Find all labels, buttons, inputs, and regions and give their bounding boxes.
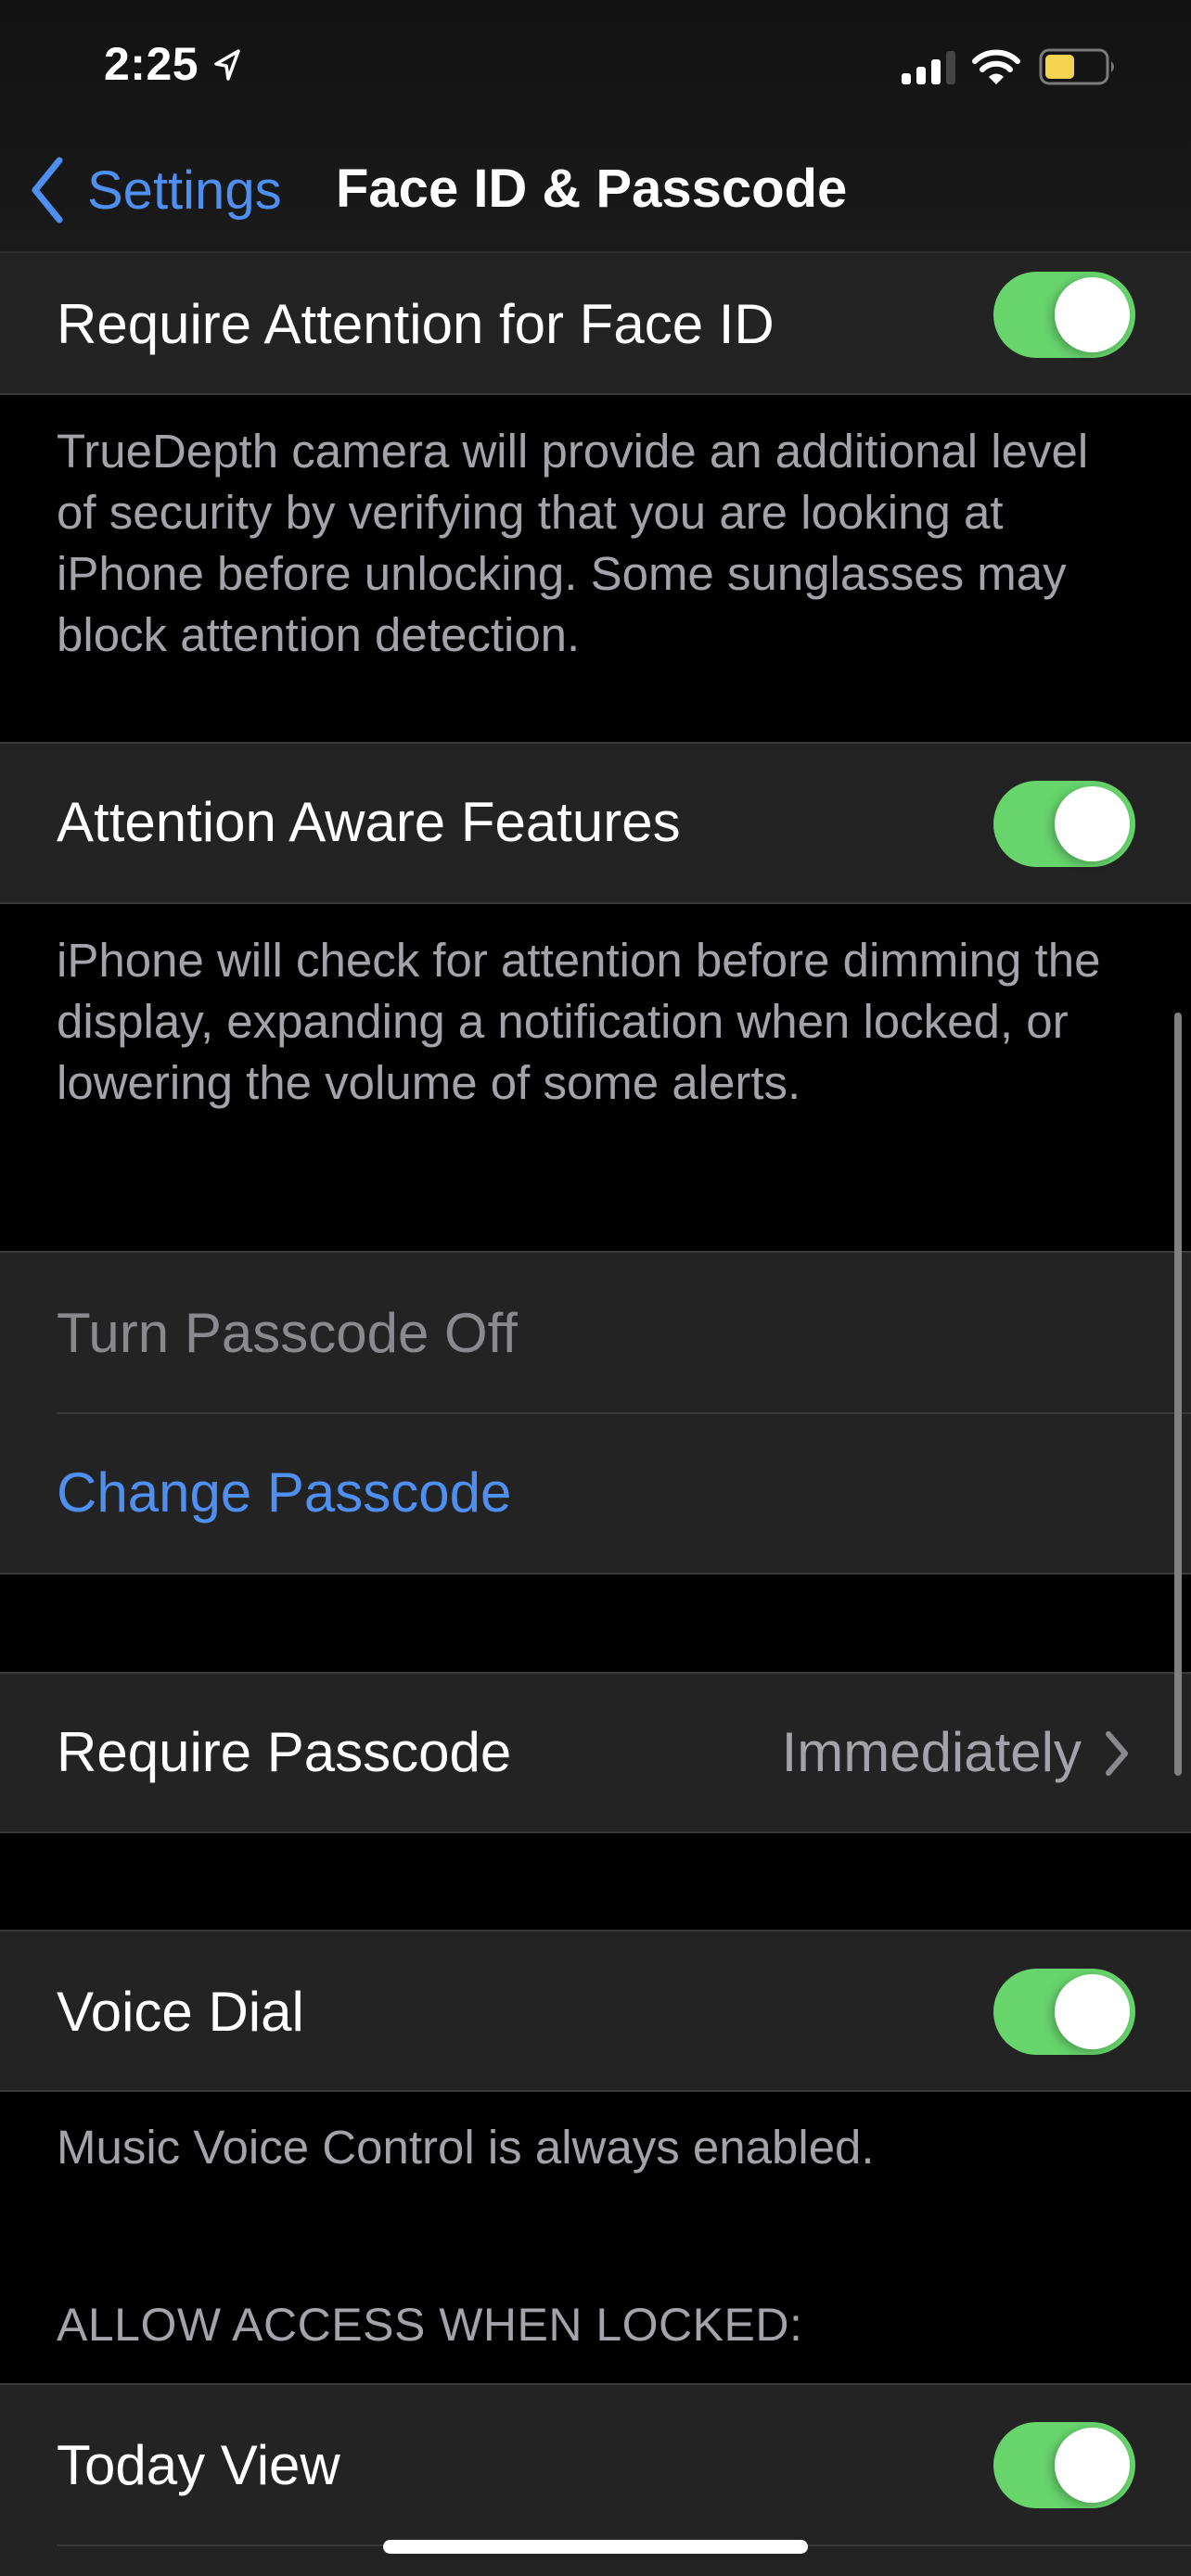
require-passcode-value: Immediately	[781, 1721, 1082, 1783]
voice-dial-footer: Music Voice Control is always enabled.	[57, 2121, 875, 2174]
settings-row-require-attention: Require Attention for Face ID	[0, 253, 1191, 395]
row-label: Require Attention for Face ID	[57, 293, 775, 355]
settings-row-require-passcode[interactable]: Require Passcode Immediately	[0, 1672, 1191, 1833]
row-label: Turn Passcode Off	[57, 1302, 518, 1364]
require-attention-toggle[interactable]	[993, 272, 1135, 358]
toggle-knob	[1055, 786, 1130, 861]
signal-bar-2	[916, 67, 926, 84]
chevron-left-icon	[32, 157, 63, 223]
page-title: Face ID & Passcode	[336, 159, 848, 219]
passcode-group: Turn Passcode Off Change Passcode	[0, 1251, 1191, 1575]
attention-aware-toggle[interactable]	[993, 781, 1135, 867]
home-indicator[interactable]	[383, 2540, 808, 2554]
change-passcode-button[interactable]: Change Passcode	[0, 1414, 1191, 1575]
vertical-scrollbar[interactable]	[1174, 1013, 1182, 1776]
signal-bar-4	[946, 51, 955, 84]
toggle-knob	[1055, 277, 1130, 352]
wifi-icon	[972, 49, 1020, 84]
settings-row-voice-dial: Voice Dial	[0, 1930, 1191, 2092]
today-view-toggle[interactable]	[993, 2422, 1135, 2508]
battery-fill	[1045, 55, 1074, 79]
status-time: 2:25	[104, 38, 199, 90]
turn-passcode-off-button[interactable]: Turn Passcode Off	[0, 1253, 1191, 1412]
settings-row-attention-aware: Attention Aware Features	[0, 742, 1191, 904]
row-label: Change Passcode	[57, 1461, 512, 1524]
location-arrow-icon	[214, 49, 240, 81]
battery-icon	[1039, 48, 1114, 85]
row-label: Voice Dial	[57, 1981, 304, 2043]
toggle-knob	[1055, 2428, 1130, 2503]
row-label: Today View	[57, 2434, 340, 2496]
section-header-allow-access: ALLOW ACCESS WHEN LOCKED:	[57, 2299, 803, 2351]
cellular-signal-icon	[902, 51, 955, 84]
back-button-label: Settings	[87, 159, 282, 221]
attention-aware-footer: iPhone will check for attention before d…	[57, 934, 1101, 1109]
require-attention-footer: TrueDepth camera will provide an additio…	[57, 425, 1089, 661]
back-button[interactable]: Settings	[28, 153, 282, 227]
signal-bar-3	[931, 59, 941, 84]
voice-dial-toggle[interactable]	[993, 1969, 1135, 2055]
chevron-right-icon	[1106, 1731, 1128, 1776]
row-label: Attention Aware Features	[57, 791, 681, 853]
row-label: Require Passcode	[57, 1721, 512, 1783]
toggle-knob	[1055, 1974, 1130, 2049]
signal-bar-1	[902, 73, 911, 84]
